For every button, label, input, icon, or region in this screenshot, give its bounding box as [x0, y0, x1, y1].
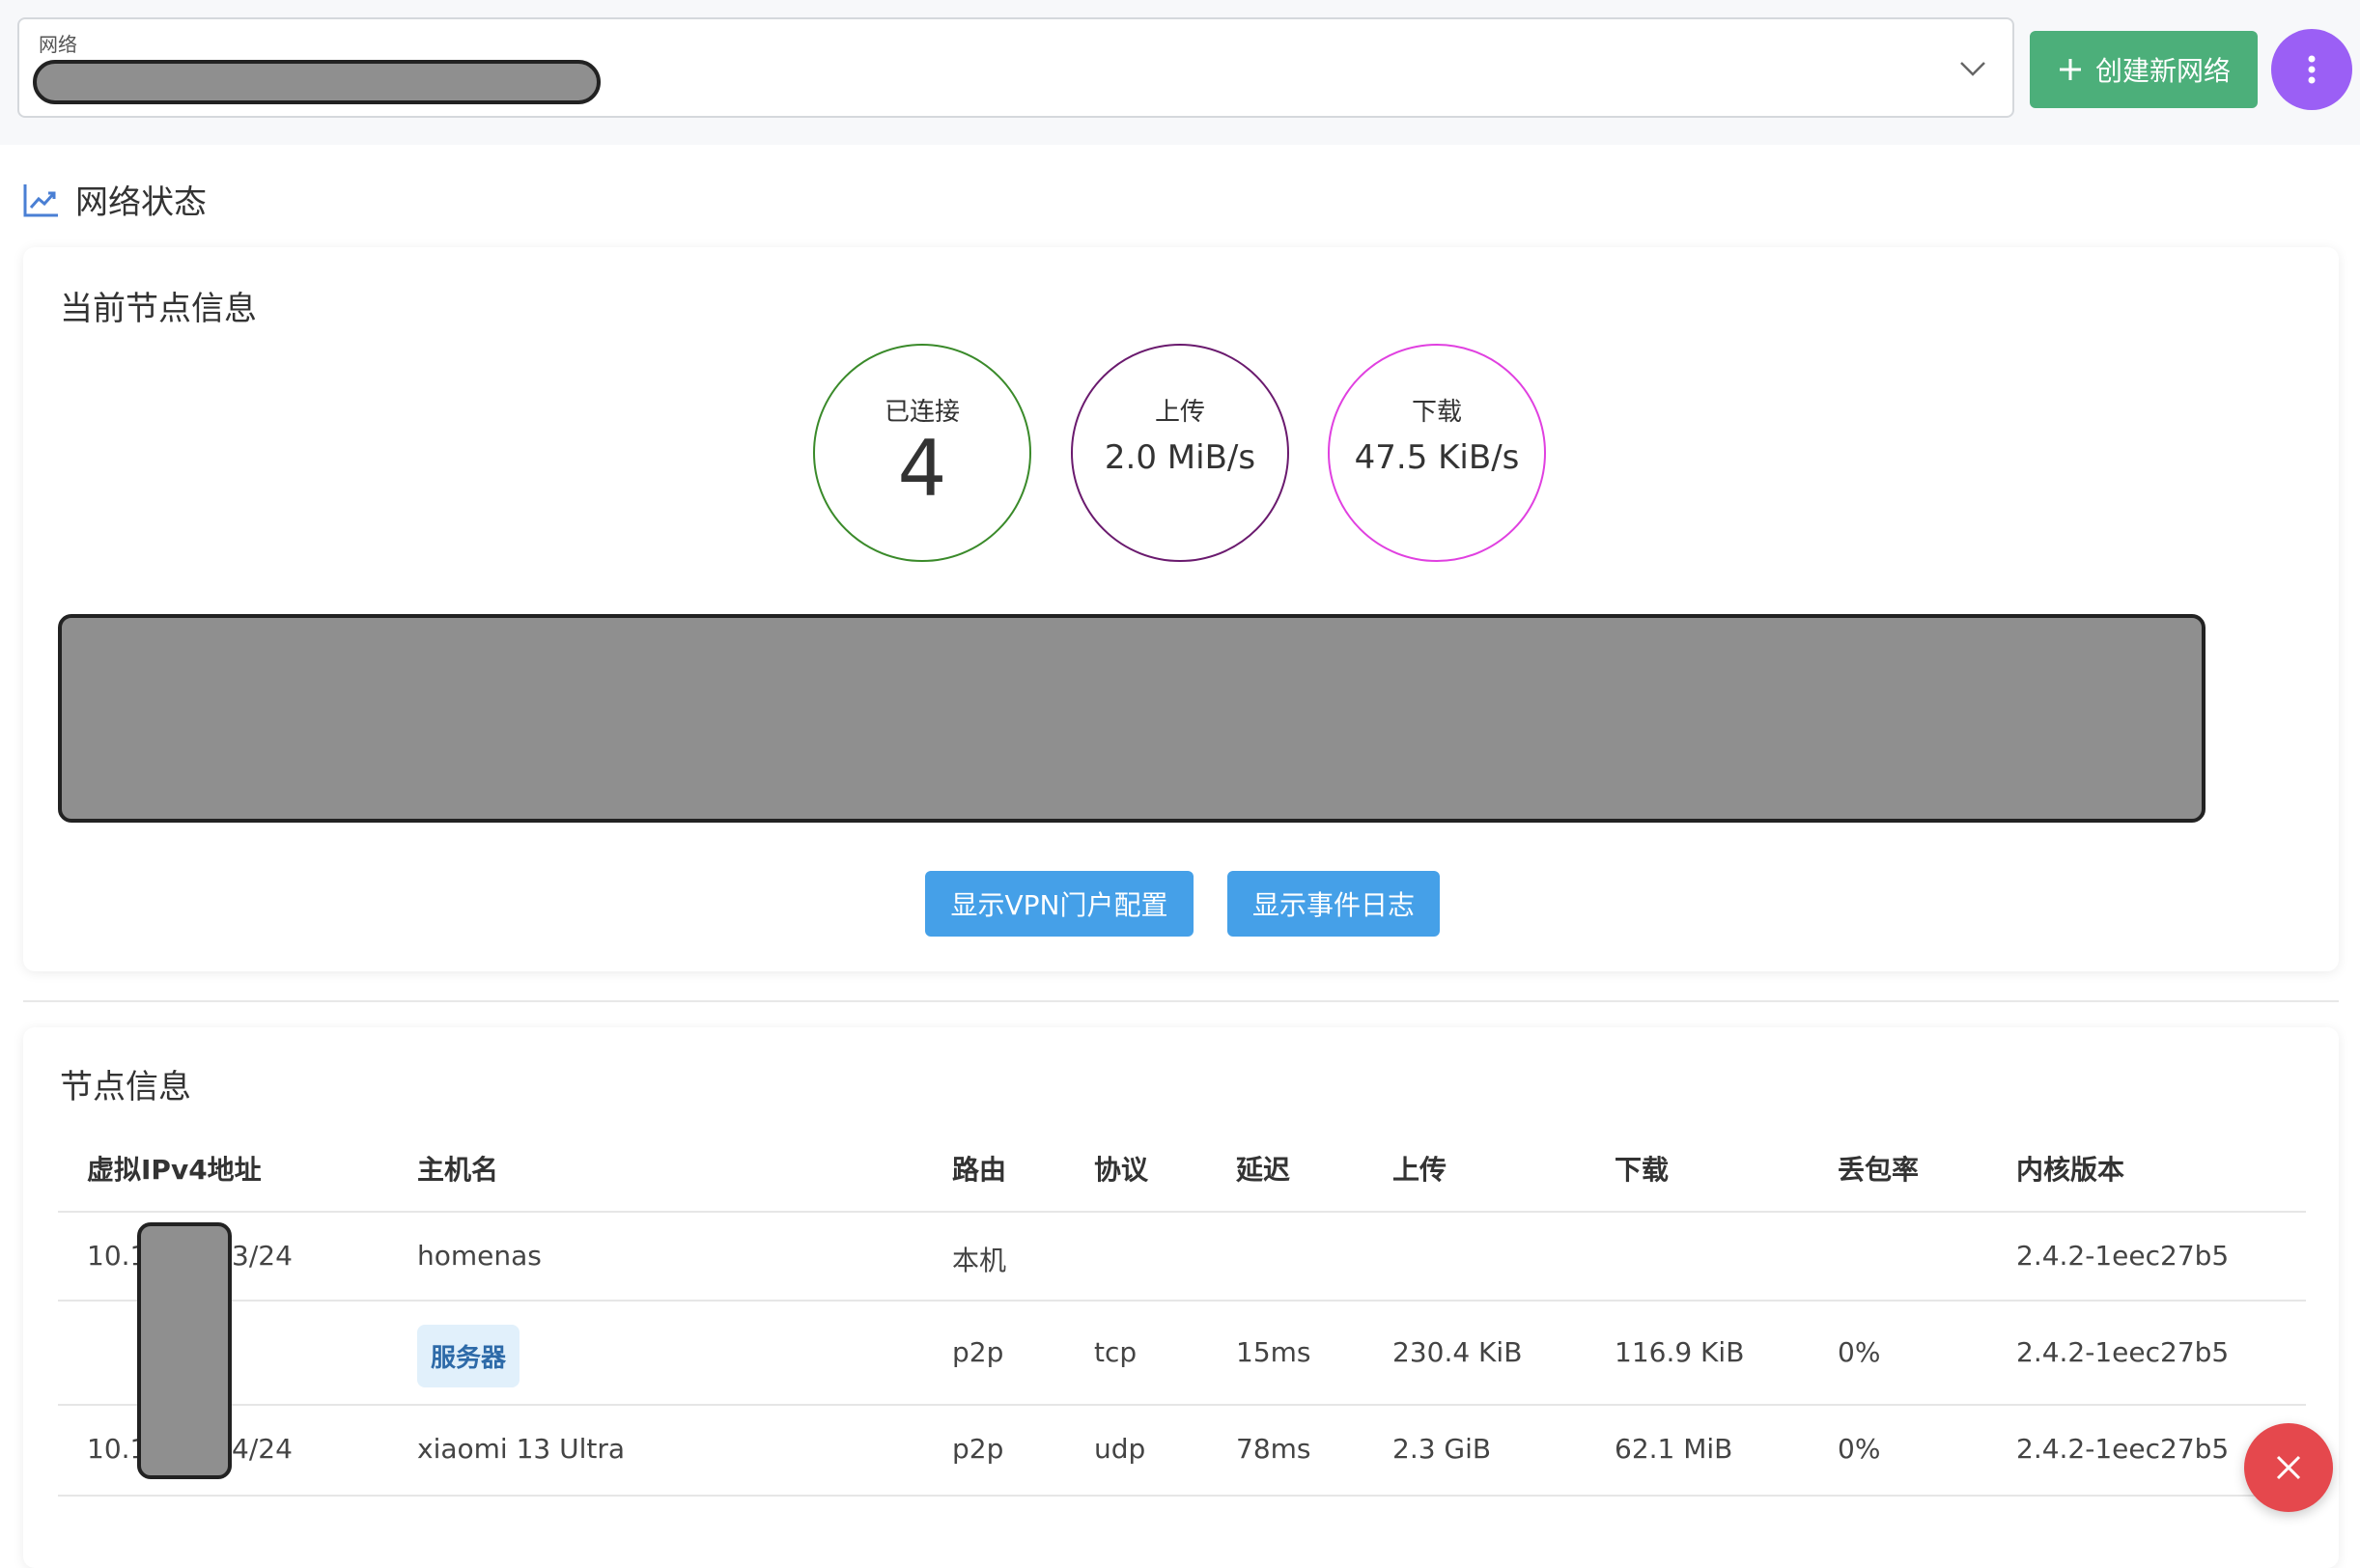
- route: p2p: [952, 1336, 1004, 1368]
- protocol: udp: [1094, 1433, 1146, 1465]
- hostname: homenas: [417, 1240, 542, 1272]
- trending-chart-icon: [23, 183, 58, 216]
- upload-label: 上传: [1154, 398, 1205, 427]
- show-event-log-button[interactable]: 显示事件日志: [1227, 871, 1440, 937]
- ip-suffix: 4/24: [232, 1433, 293, 1465]
- connected-value: 4: [897, 424, 947, 514]
- network-status-heading: 网络状态: [21, 176, 207, 223]
- col-download[interactable]: 下载: [1615, 1149, 1669, 1188]
- upload-stat: 上传 2.0 MiB/s: [1071, 344, 1289, 562]
- network-select[interactable]: 网络: [17, 17, 2014, 118]
- upload-value: 2.0 MiB/s: [1104, 438, 1256, 477]
- network-status-title: 网络状态: [75, 183, 207, 222]
- col-ipv4[interactable]: 虚拟IPv4地址: [87, 1149, 262, 1188]
- loss: 0%: [1838, 1433, 1881, 1465]
- row-divider: [58, 1300, 2306, 1302]
- connected-stat: 已连接 4: [813, 344, 1031, 562]
- top-bar: 网络 创建新网络: [0, 0, 2360, 145]
- create-network-button[interactable]: 创建新网络: [2030, 31, 2258, 108]
- peer-info-title: 节点信息: [60, 1068, 191, 1106]
- row-divider: [58, 1404, 2306, 1406]
- chevron-down-icon[interactable]: [1958, 58, 1987, 79]
- col-version[interactable]: 内核版本: [2016, 1149, 2124, 1188]
- hostname: xiaomi 13 Ultra: [417, 1433, 626, 1465]
- download: 62.1 MiB: [1615, 1433, 1733, 1465]
- header-divider: [58, 1211, 2306, 1213]
- upload: 230.4 KiB: [1392, 1336, 1523, 1368]
- download-label: 下载: [1411, 398, 1462, 427]
- route: 本机: [952, 1245, 1007, 1276]
- col-loss[interactable]: 丢包率: [1838, 1149, 1919, 1188]
- loss: 0%: [1838, 1336, 1881, 1368]
- more-vertical-icon: [2308, 55, 2316, 84]
- upload: 2.3 GiB: [1392, 1433, 1492, 1465]
- version: 2.4.2-1eec27b5: [2016, 1336, 2230, 1368]
- redacted-ip-addresses: [137, 1222, 232, 1479]
- route: p2p: [952, 1433, 1004, 1465]
- server-badge: 服务器: [417, 1325, 520, 1387]
- redacted-node-details: [58, 614, 2205, 823]
- create-network-label: 创建新网络: [2094, 55, 2231, 87]
- current-node-card: 当前节点信息 已连接 4 上传 2.0 MiB/s 下载 47.5 KiB/s …: [23, 247, 2339, 971]
- ip-suffix: 3/24: [232, 1240, 293, 1272]
- download-stat: 下载 47.5 KiB/s: [1328, 344, 1546, 562]
- download-value: 47.5 KiB/s: [1354, 438, 1520, 477]
- latency: 78ms: [1236, 1433, 1311, 1465]
- close-icon: [2276, 1455, 2301, 1480]
- connected-label: 已连接: [884, 398, 960, 427]
- peer-info-card: 节点信息 虚拟IPv4地址 主机名 路由 协议 延迟 上传 下载 丢包率 内核版…: [23, 1027, 2339, 1568]
- download: 116.9 KiB: [1615, 1336, 1745, 1368]
- col-protocol[interactable]: 协议: [1094, 1149, 1148, 1188]
- col-route[interactable]: 路由: [952, 1149, 1006, 1188]
- section-divider: [23, 1000, 2339, 1002]
- network-select-label: 网络: [39, 33, 77, 56]
- row-divider: [58, 1495, 2306, 1497]
- more-options-button[interactable]: [2271, 29, 2352, 110]
- col-latency[interactable]: 延迟: [1236, 1149, 1290, 1188]
- current-node-title: 当前节点信息: [60, 290, 257, 328]
- version: 2.4.2-1eec27b5: [2016, 1433, 2230, 1465]
- plus-icon: [2059, 59, 2081, 80]
- col-upload[interactable]: 上传: [1392, 1149, 1447, 1188]
- show-vpn-portal-button[interactable]: 显示VPN门户配置: [925, 871, 1194, 937]
- close-button[interactable]: [2244, 1423, 2333, 1512]
- version: 2.4.2-1eec27b5: [2016, 1240, 2230, 1272]
- col-hostname[interactable]: 主机名: [417, 1149, 498, 1188]
- redacted-network-name: [33, 60, 601, 104]
- protocol: tcp: [1094, 1336, 1138, 1368]
- latency: 15ms: [1236, 1336, 1311, 1368]
